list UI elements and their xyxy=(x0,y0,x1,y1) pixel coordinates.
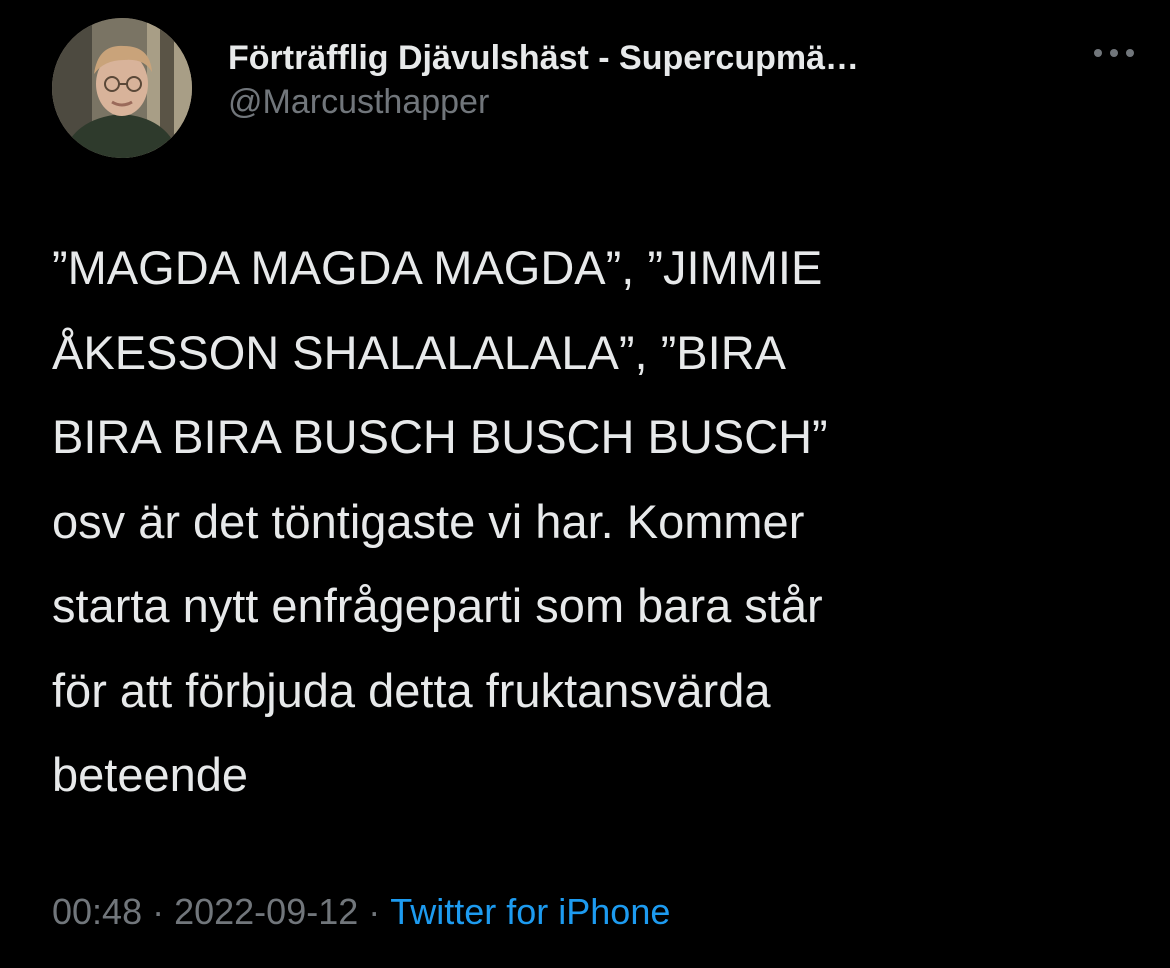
more-horizontal-icon xyxy=(1094,49,1134,57)
tweet-source-link[interactable]: Twitter for iPhone xyxy=(390,891,670,932)
user-handle[interactable]: @Marcusthapper xyxy=(228,82,1068,122)
display-name[interactable]: Förträfflig Djävulshäst - Supercupmä… xyxy=(228,38,1068,78)
user-info: Förträfflig Djävulshäst - Supercupmä… @M… xyxy=(228,38,1068,122)
tweet-date[interactable]: 2022-09-12 xyxy=(174,891,358,932)
separator-dot: · xyxy=(152,891,165,932)
avatar[interactable] xyxy=(52,18,192,158)
more-options-button[interactable] xyxy=(1086,38,1142,68)
tweet-time[interactable]: 00:48 xyxy=(52,891,142,932)
avatar-image xyxy=(52,18,192,158)
tweet-text: ”MAGDA MAGDA MAGDA”, ”JIMMIE ÅKESSON SHA… xyxy=(52,241,828,801)
separator-dot: · xyxy=(368,891,381,932)
tweet-metadata: 00:48 · 2022-09-12 · Twitter for iPhone xyxy=(52,888,670,936)
tweet-header: Förträfflig Djävulshäst - Supercupmä… @M… xyxy=(52,18,1142,158)
